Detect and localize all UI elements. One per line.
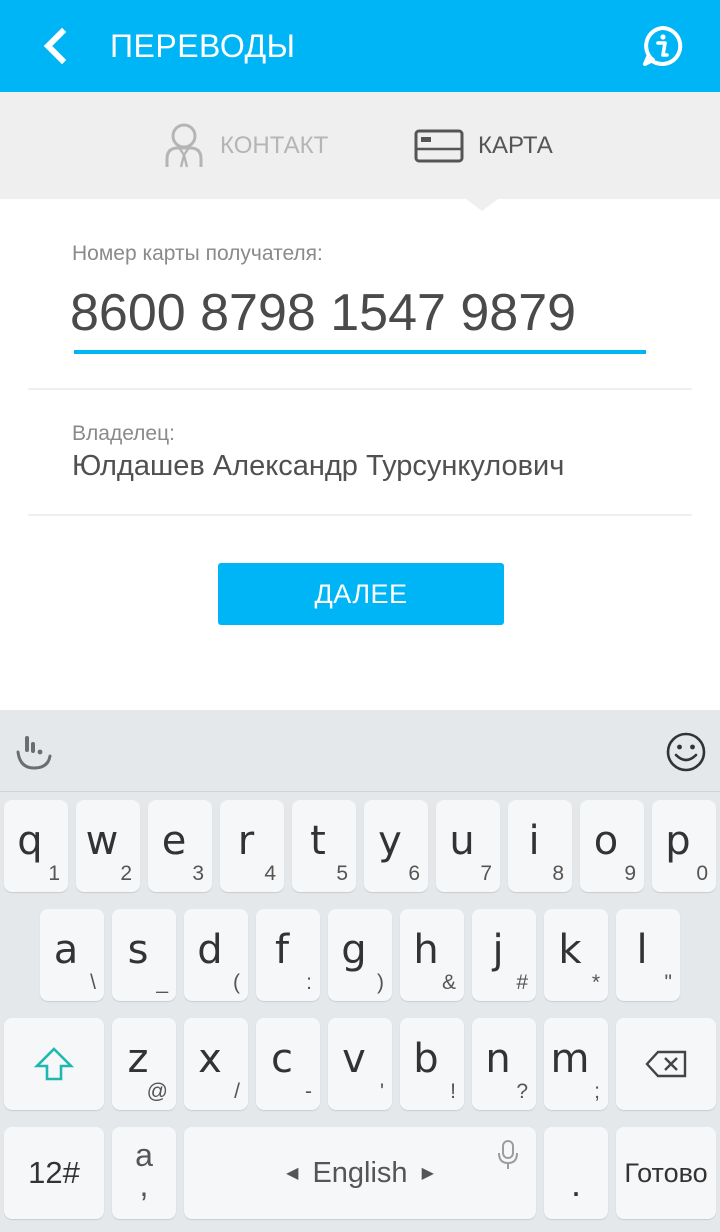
key-n[interactable]: n? [472,1018,536,1110]
key-k[interactable]: k * [544,909,608,1001]
key-m[interactable]: m; [544,1018,608,1110]
key-d[interactable]: d( [184,909,248,1001]
card-number-input[interactable] [70,280,650,346]
tab-card-label: КАРТА [478,131,553,159]
key-t[interactable]: t5 [292,800,356,892]
symbols-key-label: 12# [28,1155,80,1190]
shift-key[interactable] [4,1018,104,1110]
chevron-left-icon [43,27,67,65]
done-key-label: Готово [624,1157,708,1188]
key-z[interactable]: z @ [112,1018,176,1110]
card-number-label: Номер карты получателя: [72,242,323,265]
next-button[interactable]: ДАЛЕЕ [218,563,504,625]
backspace-key[interactable] [616,1018,716,1110]
back-button[interactable] [38,26,78,66]
credit-card-icon [414,129,464,162]
keyboard-toolbar [0,710,720,792]
key-a[interactable]: a \ [40,909,104,1001]
person-badge-icon [165,123,203,167]
key-e[interactable]: e3 [148,800,212,892]
tab-contact[interactable]: КОНТАКТ [162,92,328,199]
key-j[interactable]: j # [472,909,536,1001]
alt-key-bottom: , [139,1167,149,1203]
key-v[interactable]: v ' [328,1018,392,1110]
key-r[interactable]: r4 [220,800,284,892]
language-label: English [312,1156,408,1189]
soft-keyboard: q1 w2 e3 r4 t5 y6 u7 i8 o9 p0 a \ s _ d( f… [0,710,720,1232]
tab-card[interactable]: КАРТА [414,92,553,199]
emoji-icon[interactable] [664,730,708,774]
backspace-icon [645,1050,687,1078]
page-title: ПЕРЕВОДЫ [110,28,296,64]
app-header: ПЕРЕВОДЫ [0,0,720,92]
owner-name: Юлдашев Александр Турсункулович [72,450,565,482]
period-key-label: . [570,1163,581,1204]
period-key[interactable]: . [544,1127,608,1219]
shift-icon [34,1047,74,1081]
tab-contact-label: КОНТАКТ [220,131,329,159]
key-x[interactable]: x / [184,1018,248,1110]
active-tab-pointer [466,199,498,211]
space-key[interactable]: ◀ English ▶ [184,1127,536,1219]
key-p[interactable]: p0 [652,800,716,892]
key-c[interactable]: c- [256,1018,320,1110]
key-g[interactable]: g) [328,909,392,1001]
key-f[interactable]: f: [256,909,320,1001]
key-o[interactable]: o9 [580,800,644,892]
key-b[interactable]: b! [400,1018,464,1110]
language-next-icon: ▶ [421,1165,434,1182]
key-q[interactable]: q1 [4,800,68,892]
key-i[interactable]: i8 [508,800,572,892]
microphone-icon [498,1140,518,1169]
divider [28,388,692,390]
owner-label: Владелец: [72,422,175,445]
key-s[interactable]: s _ [112,909,176,1001]
key-u[interactable]: u7 [436,800,500,892]
transfer-tabs: КОНТАКТ КАРТА [0,92,720,199]
alt-key[interactable]: a , [112,1127,176,1219]
divider [28,514,692,516]
key-h[interactable]: h & [400,909,464,1001]
symbols-key[interactable]: 12# [4,1127,104,1219]
language-prev-icon: ◀ [286,1165,299,1182]
key-y[interactable]: y6 [364,800,428,892]
info-button[interactable] [640,24,684,68]
key-l[interactable]: l " [616,909,680,1001]
keyboard-logo-icon[interactable] [12,730,56,774]
key-w[interactable]: w2 [76,800,140,892]
done-key[interactable]: Готово [616,1127,716,1219]
info-icon [643,25,683,66]
card-input-underline [74,350,646,354]
